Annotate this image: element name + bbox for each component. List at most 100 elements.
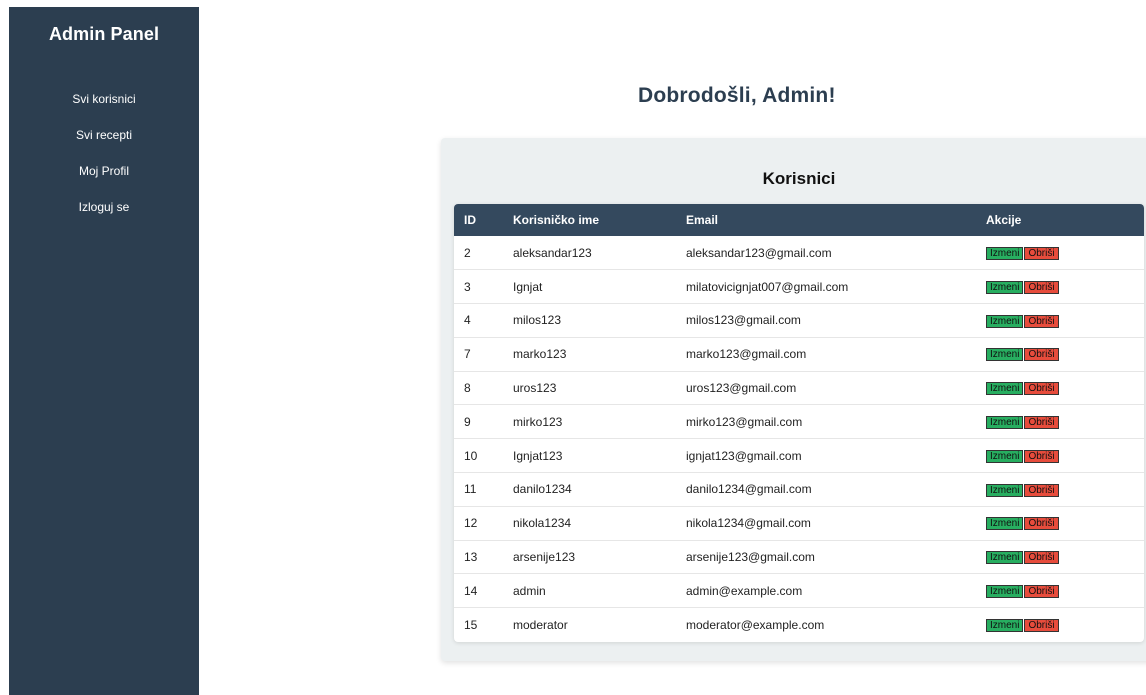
delete-button[interactable]: Obriši [1024, 348, 1059, 362]
edit-button[interactable]: Izmeni [986, 280, 1024, 294]
sidebar: Admin Panel Svi korisnici Svi recepti Mo… [9, 7, 199, 695]
cell-email: arsenije123@gmail.com [686, 550, 815, 565]
edit-button[interactable]: Izmeni [986, 382, 1024, 396]
page-title: Dobrodošli, Admin! [638, 84, 836, 107]
cell-actions: Izmeni Obriši [986, 608, 1144, 642]
edit-button[interactable]: Izmeni [986, 449, 1024, 463]
delete-button[interactable]: Obriši [1024, 585, 1059, 599]
cell-actions: Izmeni Obriši [986, 473, 1144, 507]
cell-username: Ignjat [513, 279, 543, 294]
column-header-actions: Akcije [986, 213, 1022, 227]
users-table-card: ID Korisničko ime Email Akcije 2 aleksan… [454, 204, 1144, 642]
edit-button[interactable]: Izmeni [986, 551, 1024, 565]
cell-email: moderator@example.com [686, 617, 825, 632]
table-row: 3 Ignjat milatovicignjat007@gmail.com Iz… [454, 270, 1144, 304]
cell-actions: Izmeni Obriši [986, 371, 1144, 405]
edit-button[interactable]: Izmeni [986, 585, 1024, 599]
cell-username: aleksandar123 [513, 245, 592, 260]
edit-button[interactable]: Izmeni [986, 246, 1024, 260]
cell-username: danilo1234 [513, 482, 572, 497]
cell-actions: Izmeni Obriši [986, 405, 1144, 439]
cell-id: 4 [464, 313, 471, 328]
table-header-row: ID Korisničko ime Email Akcije [454, 204, 1144, 236]
edit-button[interactable]: Izmeni [986, 517, 1024, 531]
cell-username: milos123 [513, 313, 562, 328]
cell-email: milatovicignjat007@gmail.com [686, 279, 849, 294]
cell-id: 15 [464, 617, 478, 632]
cell-username: moderator [513, 617, 568, 632]
table-row: 13 arsenije123 arsenije123@gmail.com Izm… [454, 540, 1144, 574]
delete-button[interactable]: Obriši [1024, 551, 1059, 565]
table-row: 8 uros123 uros123@gmail.com Izmeni Obriši [454, 371, 1144, 405]
cell-id: 9 [464, 414, 471, 429]
cell-username: Ignjat123 [513, 448, 563, 463]
delete-button[interactable]: Obriši [1024, 619, 1059, 633]
table-row: 2 aleksandar123 aleksandar123@gmail.com … [454, 236, 1144, 270]
cell-email: nikola1234@gmail.com [686, 516, 811, 531]
cell-actions: Izmeni Obriši [986, 574, 1144, 608]
cell-id: 2 [464, 245, 471, 260]
table-body: 2 aleksandar123 aleksandar123@gmail.com … [454, 236, 1144, 642]
edit-button[interactable]: Izmeni [986, 483, 1024, 497]
sidebar-item-svi-korisnici[interactable]: Svi korisnici [9, 92, 199, 128]
edit-button[interactable]: Izmeni [986, 314, 1024, 328]
cell-id: 7 [464, 347, 471, 362]
edit-button[interactable]: Izmeni [986, 619, 1024, 633]
cell-id: 13 [464, 550, 478, 565]
cell-actions: Izmeni Obriši [986, 304, 1144, 338]
cell-email: uros123@gmail.com [686, 381, 797, 396]
users-panel: Korisnici ID Korisničko ime Email Akcije… [441, 138, 1146, 661]
sidebar-item-izloguj-se[interactable]: Izloguj se [9, 200, 199, 236]
cell-email: danilo1234@gmail.com [686, 482, 812, 497]
cell-id: 11 [464, 482, 477, 497]
card-title: Korisnici [762, 169, 836, 188]
cell-actions: Izmeni Obriši [986, 506, 1144, 540]
cell-email: marko123@gmail.com [686, 347, 807, 362]
delete-button[interactable]: Obriši [1024, 416, 1059, 430]
column-header-id: ID [464, 213, 476, 227]
cell-username: marko123 [513, 347, 567, 362]
edit-button[interactable]: Izmeni [986, 348, 1024, 362]
cell-id: 3 [464, 279, 471, 294]
table-row: 7 marko123 marko123@gmail.com Izmeni Obri… [454, 337, 1144, 372]
cell-email: admin@example.com [686, 583, 803, 598]
cell-username: uros123 [513, 381, 557, 396]
cell-actions: Izmeni Obriši [986, 439, 1144, 473]
delete-button[interactable]: Obriši [1024, 280, 1059, 294]
delete-button[interactable]: Obriši [1024, 449, 1059, 463]
table-row: 12 nikola1234 nikola1234@gmail.com Izmen… [454, 506, 1144, 541]
table-row: 15 moderator moderator@example.com Izmen… [454, 608, 1144, 642]
cell-id: 14 [464, 583, 478, 598]
delete-button[interactable]: Obriši [1024, 314, 1059, 328]
cell-actions: Izmeni Obriši [986, 337, 1144, 371]
cell-email: aleksandar123@gmail.com [686, 245, 832, 260]
cell-email: ignjat123@gmail.com [686, 448, 802, 463]
delete-button[interactable]: Obriši [1024, 246, 1059, 260]
delete-button[interactable]: Obriši [1024, 517, 1059, 531]
column-header-email: Email [686, 213, 719, 227]
cell-actions: Izmeni Obriši [986, 540, 1144, 574]
table-row: 14 admin admin@example.com Izmeni Obriši [454, 574, 1144, 608]
edit-button[interactable]: Izmeni [986, 416, 1024, 430]
table-row: 4 milos123 milos123@gmail.com Izmeni Obri… [454, 304, 1144, 338]
delete-button[interactable]: Obriši [1024, 483, 1059, 497]
sidebar-nav: Svi korisnici Svi recepti Moj Profil Izl… [9, 92, 199, 236]
cell-actions: Izmeni Obriši [986, 270, 1144, 304]
cell-email: mirko123@gmail.com [686, 414, 803, 429]
table-row: 11 danilo1234 danilo1234@gmail.com Izmen… [454, 473, 1144, 507]
cell-username: mirko123 [513, 414, 563, 429]
sidebar-title: Admin Panel [48, 24, 160, 44]
sidebar-item-svi-recepti[interactable]: Svi recepti [9, 128, 199, 164]
cell-id: 12 [464, 516, 478, 531]
cell-username: arsenije123 [513, 550, 576, 565]
users-table: ID Korisničko ime Email Akcije 2 aleksan… [454, 204, 1144, 642]
cell-username: admin [513, 583, 546, 598]
cell-username: nikola1234 [513, 516, 572, 531]
cell-email: milos123@gmail.com [686, 313, 801, 328]
sidebar-item-moj-profil[interactable]: Moj Profil [9, 164, 199, 200]
cell-id: 8 [464, 381, 471, 396]
cell-id: 10 [464, 448, 478, 463]
table-row: 10 Ignjat123 ignjat123@gmail.com Izmeni O… [454, 439, 1144, 473]
delete-button[interactable]: Obriši [1024, 382, 1059, 396]
cell-actions: Izmeni Obriši [986, 236, 1144, 270]
